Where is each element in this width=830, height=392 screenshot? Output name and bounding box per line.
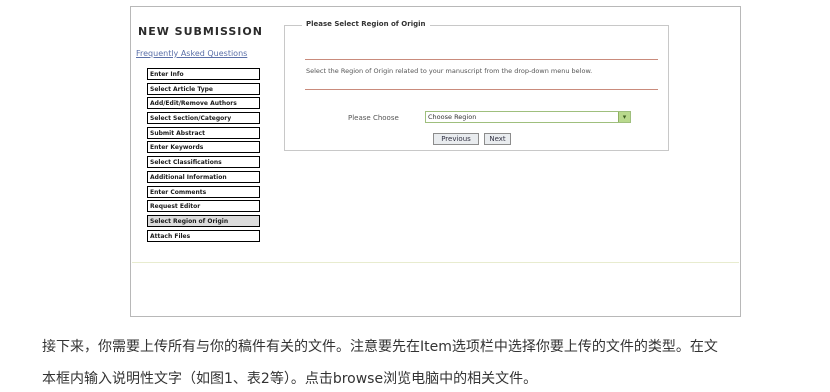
step-enter-keywords[interactable]: ✓ Enter Keywords: [147, 141, 260, 154]
step-request-editor[interactable]: Request Editor: [147, 200, 260, 213]
divider: [305, 59, 658, 60]
step-label: Enter Comments: [150, 188, 207, 196]
chevron-down-icon[interactable]: ▾: [618, 112, 630, 122]
submission-steps: ✓ Enter Info ✓ Select Article Type Add/E…: [147, 68, 260, 244]
step-select-region-of-origin[interactable]: ⇒ Select Region of Origin: [147, 214, 260, 227]
step-select-classifications[interactable]: Select Classifications: [147, 156, 260, 169]
step-enter-info[interactable]: ✓ Enter Info: [147, 68, 260, 80]
next-button[interactable]: Next: [484, 133, 511, 145]
previous-button[interactable]: Previous: [433, 133, 479, 145]
step-label: Add/Edit/Remove Authors: [150, 100, 237, 108]
panel-instructions: Select the Region of Origin related to y…: [306, 67, 593, 75]
divider: [305, 89, 658, 90]
step-label: Submit Abstract: [150, 129, 205, 137]
step-label: Request Editor: [150, 203, 201, 211]
step-add-edit-remove-authors[interactable]: Add/Edit/Remove Authors: [147, 97, 260, 110]
choose-label: Please Choose: [348, 114, 399, 122]
divider: [132, 262, 739, 263]
region-select[interactable]: Choose Region ▾: [425, 111, 631, 123]
step-label: Select Section/Category: [150, 115, 232, 123]
step-label: Additional Information: [150, 173, 227, 181]
step-label: Enter Keywords: [150, 144, 204, 152]
page-title: NEW SUBMISSION: [138, 25, 263, 38]
step-additional-information[interactable]: ✓ Additional Information: [147, 170, 260, 183]
step-enter-comments[interactable]: Enter Comments: [147, 185, 260, 198]
screenshot-frame: NEW SUBMISSION Frequently Asked Question…: [130, 6, 741, 317]
step-label: Attach Files: [150, 232, 191, 240]
region-select-value: Choose Region: [428, 113, 477, 121]
step-submit-abstract[interactable]: Submit Abstract: [147, 126, 260, 139]
step-attach-files[interactable]: Attach Files: [147, 229, 260, 242]
faq-link[interactable]: Frequently Asked Questions: [136, 49, 247, 58]
step-label: Select Region of Origin: [150, 217, 229, 225]
caption-line-1: 接下来，你需要上传所有与你的稿件有关的文件。注意要先在Item选项栏中选择你要上…: [42, 339, 718, 355]
step-select-article-type[interactable]: ✓ Select Article Type: [147, 82, 260, 95]
step-label: Select Classifications: [150, 159, 222, 167]
step-label: Enter Info: [150, 71, 184, 78]
region-of-origin-panel: Please Select Region of Origin Select th…: [284, 20, 669, 151]
step-label: Select Article Type: [150, 85, 213, 93]
panel-legend: Please Select Region of Origin: [302, 20, 430, 28]
step-select-section-category[interactable]: Select Section/Category: [147, 112, 260, 125]
caption-line-2: 本框内输入说明性文字（如图1、表2等）。点击browse浏览电脑中的相关文件。: [42, 371, 538, 387]
